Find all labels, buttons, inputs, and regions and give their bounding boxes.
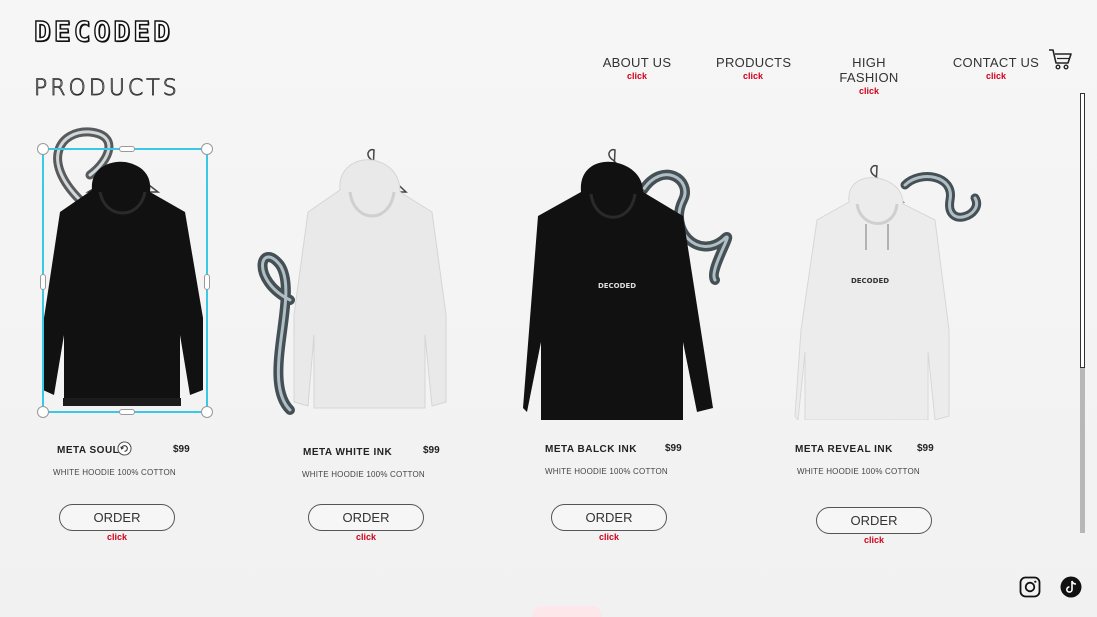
order-click-hint: click (355, 532, 377, 542)
product-card: DECODED META BALCK INK $99 WHITE HOODIE … (493, 120, 733, 560)
nav-label[interactable]: HIGH FASHION (821, 55, 917, 85)
product-price: $99 (173, 444, 190, 455)
nav-about-us[interactable]: ABOUT US click (602, 55, 672, 81)
product-card: META SOUL C $99 WHITE HOODIE 100% COTTON… (0, 120, 240, 560)
product-name: META BALCK INK (545, 444, 637, 455)
instagram-icon[interactable] (1019, 576, 1041, 598)
order-group: ORDER click (551, 504, 667, 542)
order-button[interactable]: ORDER (308, 504, 424, 531)
order-button[interactable]: ORDER (59, 504, 175, 531)
hoodie-image[interactable]: DECODED (493, 120, 733, 420)
scrollbar-thumb[interactable] (1080, 93, 1085, 368)
product-description: WHITE HOODIE 100% COTTON (302, 470, 425, 479)
order-button[interactable]: ORDER (551, 504, 667, 531)
products-page: DECODED PRODUCTS ABOUT US click PRODUCTS… (0, 0, 1097, 617)
scrollbar-track (1080, 368, 1085, 533)
nav-label[interactable]: PRODUCTS (716, 55, 791, 70)
order-click-hint: click (598, 532, 620, 542)
product-name: META REVEAL INK (795, 444, 893, 455)
hoodie-print-text: DECODED (598, 282, 636, 290)
hoodie-image[interactable] (250, 120, 490, 420)
page-title: PRODUCTS (34, 76, 180, 102)
brand-logo[interactable]: DECODED (33, 14, 173, 48)
order-group: ORDER click (816, 507, 932, 545)
nav-click-hint: click (985, 71, 1007, 81)
nav-click-hint: click (858, 86, 880, 96)
order-group: ORDER click (308, 504, 424, 542)
product-description: WHITE HOODIE 100% COTTON (545, 467, 668, 476)
product-card: META WHITE INK $99 WHITE HOODIE 100% COT… (250, 120, 490, 560)
nav-contact-us[interactable]: CONTACT US click (952, 55, 1040, 81)
nav-high-fashion[interactable]: HIGH FASHION click (821, 55, 917, 96)
cart-icon[interactable] (1047, 46, 1073, 72)
order-click-hint: click (863, 535, 885, 545)
product-price: $99 (665, 443, 682, 454)
order-button[interactable]: ORDER (816, 507, 932, 534)
rotate-icon[interactable] (117, 441, 132, 456)
product-card: DECODED META REVEAL INK $99 WHITE HOODIE… (745, 120, 985, 560)
product-description: WHITE HOODIE 100% COTTON (53, 468, 176, 477)
vertical-scrollbar[interactable] (1079, 93, 1086, 533)
nav-click-hint: click (626, 71, 648, 81)
nav-products[interactable]: PRODUCTS click (716, 55, 791, 81)
nav-label[interactable]: ABOUT US (602, 55, 672, 70)
hoodie-print-text: DECODED (851, 277, 889, 285)
nav-click-hint: click (742, 71, 764, 81)
product-price: $99 (917, 443, 934, 454)
hoodie-image[interactable]: DECODED (745, 120, 985, 420)
product-price: $99 (423, 445, 440, 456)
nav-label[interactable]: CONTACT US (952, 55, 1040, 70)
order-group: ORDER click (59, 504, 175, 542)
bottom-tab[interactable] (532, 606, 602, 617)
product-description: WHITE HOODIE 100% COTTON (797, 467, 920, 476)
order-click-hint: click (106, 532, 128, 542)
hoodie-image[interactable] (0, 120, 240, 420)
product-name: META WHITE INK (303, 447, 393, 458)
tiktok-icon[interactable] (1060, 576, 1082, 598)
